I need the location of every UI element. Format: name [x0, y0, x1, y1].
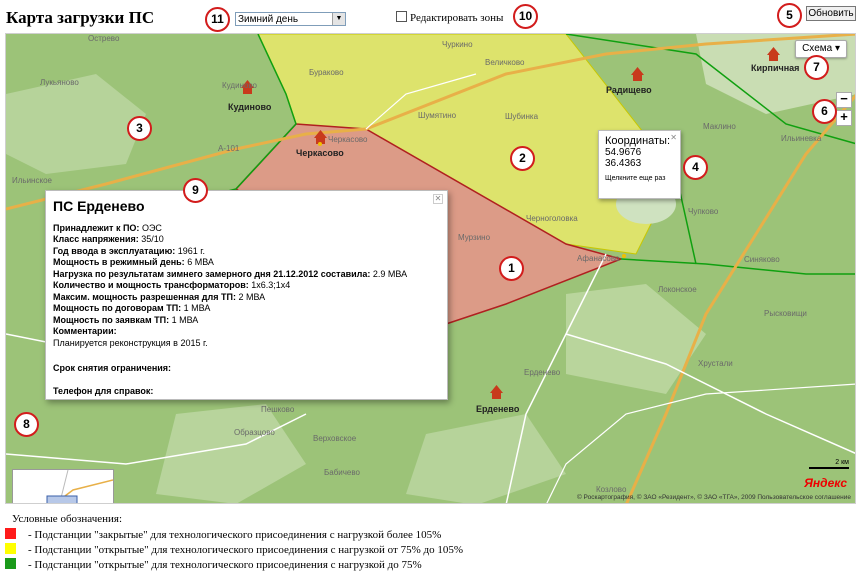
- info-comment: Планируется реконструкция в 2015 г.: [53, 337, 208, 348]
- place-label: Ерденево: [524, 368, 561, 377]
- page-title: Карта загрузки ПС: [6, 8, 155, 27]
- place-label: Мурзино: [458, 233, 491, 242]
- refresh-button[interactable]: Обновить: [806, 6, 856, 21]
- substation-label: Ерденево: [476, 404, 520, 414]
- minimap[interactable]: [12, 469, 114, 503]
- place-label: Шубинка: [505, 112, 539, 121]
- season-select[interactable]: Зимний день ▼: [235, 12, 346, 26]
- info-row: Нагрузка по результатам зимнего замерног…: [53, 268, 408, 279]
- annotation-badge-6: 6: [812, 99, 837, 124]
- info-row: Мощность по договорам ТП: 1 МВА: [53, 303, 211, 313]
- info-row: Год ввода в эксплуатацию: 1961 г.: [53, 245, 205, 256]
- legend-item-green: - Подстанции "открытые" для технологичес…: [5, 558, 422, 571]
- place-label: Пешково: [261, 405, 295, 414]
- map-view[interactable]: Острево Лукьяново Кудиново Кудиново Ильи…: [5, 33, 856, 504]
- substation-marker-erdenevo: [490, 385, 503, 399]
- annotation-badge-4: 4: [683, 155, 708, 180]
- map-type-label: Схема: [802, 43, 833, 54]
- coordinates-hint: Щелкните еще раз: [605, 175, 666, 182]
- substation-info-popup: ✕ ПС Ерденево Принадлежит к ПО: ОЭС Клас…: [45, 190, 448, 400]
- edit-zones-toggle[interactable]: Редактировать зоны: [396, 11, 503, 24]
- place-label: Шумятино: [418, 111, 457, 120]
- place-label: Афанасово: [577, 254, 620, 263]
- substation-marker-radishchevo: [631, 67, 644, 81]
- close-icon[interactable]: ✕: [670, 133, 677, 142]
- coordinates-popup: ✕ Координаты: 54.9676 36.4363 Щелкните е…: [598, 130, 681, 199]
- annotation-badge-8: 8: [14, 412, 39, 437]
- restriction-label: Срок снятия ограничения:: [53, 363, 172, 373]
- place-label: Острево: [88, 34, 120, 43]
- info-row: Мощность в режимный день: 6 МВА: [53, 257, 214, 267]
- place-label: Ильинское: [12, 176, 52, 185]
- place-label: Величково: [485, 58, 525, 67]
- coordinates-lon: 36.4363: [605, 158, 642, 169]
- substation-label: Кудиново: [228, 102, 272, 112]
- place-label: Черкасово: [328, 135, 368, 144]
- info-row: Мощность по заявкам ТП: 1 МВА: [53, 314, 199, 325]
- info-row: Количество и мощность трансформаторов: 1…: [53, 280, 291, 290]
- coordinates-title: Координаты:: [605, 135, 671, 147]
- place-label: Ильиневка: [781, 134, 822, 143]
- place-label: Синяково: [744, 255, 780, 264]
- place-label: Рысковищи: [764, 309, 807, 318]
- annotation-badge-10: 10: [513, 4, 538, 29]
- place-label: Чуркино: [442, 40, 473, 49]
- annotation-badge-1: 1: [499, 256, 524, 281]
- place-label: Маклино: [703, 122, 736, 131]
- substation-name: ПС Ерденево: [53, 198, 145, 214]
- legend-item-yellow: - Подстанции "открытые" для технологичес…: [5, 543, 463, 556]
- phone-label: Телефон для справок:: [53, 385, 154, 396]
- close-icon[interactable]: ✕: [433, 194, 443, 204]
- minimap-canvas: [46, 469, 114, 503]
- info-row: Класс напряжения: 35/10: [53, 234, 164, 244]
- place-label: Кудиново: [222, 81, 258, 90]
- road-label: А-101: [218, 144, 240, 153]
- annotation-badge-7: 7: [804, 55, 829, 80]
- substation-label: Черкасово: [296, 148, 344, 158]
- season-select-value: Зимний день: [238, 14, 299, 25]
- legend-swatch: [5, 528, 16, 539]
- annotation-badge-5: 5: [777, 3, 802, 28]
- substation-label: Радищево: [606, 85, 652, 95]
- place-label: Локонское: [658, 285, 697, 294]
- info-row: Максим. мощность разрешенная для ТП: 2 М…: [53, 291, 266, 302]
- yandex-logo: Яндекс: [804, 476, 847, 490]
- place-label: Бураково: [309, 68, 344, 77]
- legend-swatch: [5, 558, 16, 569]
- chevron-down-icon[interactable]: ▼: [332, 13, 345, 25]
- annotation-badge-2: 2: [510, 146, 535, 171]
- coordinates-lat: 54.9676: [605, 147, 642, 158]
- place-label: Хрустали: [698, 359, 733, 368]
- map-copyright: © Роскартография, © ЗАО «Резидент», © ЗА…: [576, 494, 851, 501]
- place-label: Чупково: [688, 207, 719, 216]
- edit-zones-label: Редактировать зоны: [410, 12, 504, 24]
- legend-title: Условные обозначения:: [12, 513, 123, 525]
- info-row: Комментарии:: [53, 326, 117, 336]
- annotation-badge-9: 9: [183, 178, 208, 203]
- edit-zones-checkbox[interactable]: [396, 11, 407, 22]
- zoom-in-button[interactable]: +: [836, 110, 852, 126]
- place-label: Образцово: [234, 428, 275, 437]
- place-label: Козлово: [596, 485, 627, 494]
- legend-item-red: - Подстанции "закрытые" для технологичес…: [5, 528, 441, 541]
- info-row: Принадлежит к ПО: ОЭС: [53, 222, 162, 233]
- place-label: Бабичево: [324, 468, 360, 477]
- zoom-out-button[interactable]: −: [836, 92, 852, 108]
- place-label: Черноголовка: [526, 214, 578, 223]
- substation-label: Кирпичная: [751, 63, 800, 73]
- legend-swatch: [5, 543, 16, 554]
- place-label: Верховское: [313, 434, 357, 443]
- chevron-down-icon: ▾: [834, 43, 840, 54]
- annotation-badge-3: 3: [127, 116, 152, 141]
- map-scale: 2 км: [809, 459, 849, 469]
- annotation-badge-11: 11: [205, 7, 230, 32]
- place-label: Лукьяново: [40, 78, 79, 87]
